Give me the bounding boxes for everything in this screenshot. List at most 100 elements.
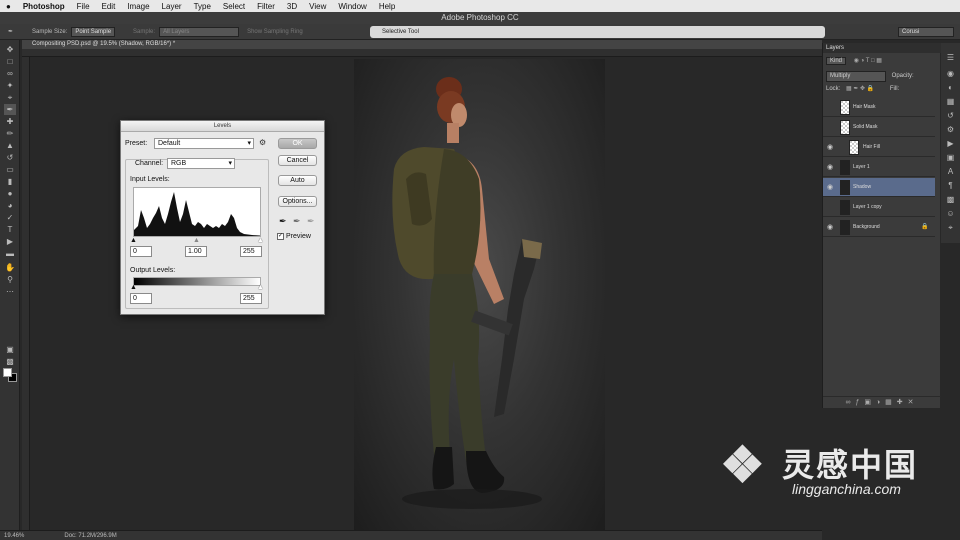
tab-layers[interactable]: Layers: [823, 43, 941, 53]
swatches-icon[interactable]: ▦: [945, 97, 956, 107]
gamma-slider[interactable]: ▲: [193, 237, 200, 244]
auto-button[interactable]: Auto: [278, 175, 317, 186]
kind-filter[interactable]: Kind ◉ ◑ T □ ▦: [826, 57, 882, 66]
play-icon[interactable]: ▶: [945, 139, 956, 149]
menu-image[interactable]: Image: [121, 2, 155, 11]
foreground-color-swatch[interactable]: [3, 368, 12, 377]
menu-photoshop[interactable]: Photoshop: [17, 2, 71, 11]
screen-mode-icon[interactable]: ▩: [4, 356, 16, 367]
paragraph-icon[interactable]: ¶: [945, 181, 956, 191]
ok-button[interactable]: OK: [278, 138, 317, 149]
layer-row-solid-mask[interactable]: Solid Mask: [823, 118, 935, 137]
layer-row-hair-fill[interactable]: ◉ Hair Fill: [823, 138, 935, 157]
apple-menu-icon[interactable]: ●: [0, 2, 17, 11]
menu-view[interactable]: View: [303, 2, 332, 11]
channels-icon[interactable]: ◉: [945, 69, 956, 79]
output-white-field[interactable]: 255: [240, 293, 262, 304]
layer-row-layer-1[interactable]: ◉ Layer 1: [823, 158, 935, 177]
layers-icon[interactable]: ☰: [945, 53, 956, 63]
output-white-slider[interactable]: ▲: [257, 284, 264, 291]
brush-presets-icon[interactable]: ☺: [945, 209, 956, 219]
stamp-tool-icon[interactable]: ▲: [4, 140, 16, 151]
filter-icons[interactable]: ◉ ◑ T □ ▦: [854, 58, 882, 64]
white-point-slider[interactable]: ▲: [257, 237, 264, 244]
menu-3d[interactable]: 3D: [281, 2, 303, 11]
path-select-icon[interactable]: ▶: [4, 236, 16, 247]
character-icon[interactable]: A: [945, 167, 956, 177]
output-black-field[interactable]: 0: [130, 293, 152, 304]
document-image[interactable]: [354, 59, 605, 531]
eraser-tool-icon[interactable]: ▭: [4, 164, 16, 175]
magic-wand-icon[interactable]: ✦: [4, 80, 16, 91]
styles-icon[interactable]: ▩: [945, 195, 956, 205]
cancel-button[interactable]: Cancel: [278, 155, 317, 166]
eyedropper-icon[interactable]: ✒: [8, 28, 18, 35]
lasso-tool-icon[interactable]: ∞: [4, 68, 16, 79]
color-icon[interactable]: ◐: [945, 83, 956, 93]
dodge-tool-icon[interactable]: ◕: [4, 200, 16, 211]
menu-select[interactable]: Select: [217, 2, 251, 11]
output-black-slider[interactable]: ▲: [130, 284, 137, 291]
zoom-tool-icon[interactable]: ⚲: [4, 274, 16, 285]
brush-tool-icon[interactable]: ✏: [4, 128, 16, 139]
layer-row-background[interactable]: ◉ Background 🔒: [823, 218, 935, 237]
document-tab[interactable]: Compositing PSD.psd @ 19.5% (Shadow, RGB…: [22, 40, 822, 49]
blur-tool-icon[interactable]: ●: [4, 188, 16, 199]
pen-tool-icon[interactable]: ✓: [4, 212, 16, 223]
menu-type[interactable]: Type: [188, 2, 217, 11]
white-eyedropper-icon[interactable]: ✒: [307, 216, 315, 227]
preset-select[interactable]: Default ▾: [154, 138, 254, 149]
crop-tool-icon[interactable]: ⌖: [4, 92, 16, 103]
layer-row-layer-1-copy[interactable]: Layer 1 copy: [823, 198, 935, 217]
lock-row: Lock: ▦ ✒ ✥ 🔒 Fill:: [826, 85, 899, 94]
more-tools-icon[interactable]: ⋯: [4, 286, 16, 297]
eye-icon[interactable]: ◉: [827, 138, 835, 157]
layer-row-shadow[interactable]: ◉ Shadow: [823, 178, 935, 197]
history-icon[interactable]: ↺: [945, 111, 956, 121]
quick-mask-icon[interactable]: ▣: [4, 344, 16, 355]
show-sampling-ring-checkbox[interactable]: Show Sampling Ring: [247, 29, 303, 35]
menu-filter[interactable]: Filter: [251, 2, 281, 11]
gray-eyedropper-icon[interactable]: ✒: [293, 216, 301, 227]
history-brush-icon[interactable]: ↺: [4, 152, 16, 163]
preview-checkbox[interactable]: ✓: [277, 233, 284, 240]
layer-row-hair-mask[interactable]: Hair Mask: [823, 98, 935, 117]
sample-select[interactable]: All Layers: [159, 26, 240, 37]
menu-layer[interactable]: Layer: [156, 2, 188, 11]
menu-file[interactable]: File: [71, 2, 96, 11]
properties-icon[interactable]: ⚙: [945, 125, 956, 135]
input-gamma-field[interactable]: 1.00: [185, 246, 207, 257]
gradient-tool-icon[interactable]: ▮: [4, 176, 16, 187]
menu-window[interactable]: Window: [332, 2, 372, 11]
eye-icon[interactable]: ◉: [827, 178, 835, 197]
marquee-tool-icon[interactable]: □: [4, 56, 16, 67]
black-eyedropper-icon[interactable]: ✒: [279, 216, 287, 227]
options-button[interactable]: Options...: [278, 196, 317, 207]
eye-icon[interactable]: ◉: [827, 158, 835, 177]
workspace-select[interactable]: Corusi: [898, 27, 954, 37]
healing-tool-icon[interactable]: ✚: [4, 116, 16, 127]
shape-tool-icon[interactable]: ▬: [4, 248, 16, 259]
hand-tool-icon[interactable]: ✋: [4, 262, 16, 273]
adjustments-icon[interactable]: ▣: [945, 153, 956, 163]
menu-help[interactable]: Help: [373, 2, 401, 11]
input-black-field[interactable]: 0: [130, 246, 152, 257]
menu-edit[interactable]: Edit: [96, 2, 122, 11]
black-point-slider[interactable]: ▲: [130, 237, 137, 244]
blend-mode-select[interactable]: Multiply: [826, 71, 886, 82]
search-input[interactable]: Selective Tool: [370, 26, 825, 38]
lock-icons[interactable]: ▦ ✒ ✥ 🔒: [846, 86, 874, 92]
eyedropper-tool-icon[interactable]: ✒: [4, 104, 16, 115]
sample-size-select[interactable]: Point Sample: [71, 26, 116, 37]
input-white-field[interactable]: 255: [240, 246, 262, 257]
kind-select[interactable]: Kind: [826, 57, 847, 65]
navigator-icon[interactable]: ⌖: [945, 223, 956, 233]
gear-icon[interactable]: ⚙: [259, 138, 266, 147]
layer-thumbnail: [840, 100, 850, 115]
type-tool-icon[interactable]: T: [4, 224, 16, 235]
layers-footer-icons[interactable]: ∞ƒ▣◑▦✚✕: [823, 396, 941, 408]
move-tool-icon[interactable]: ✥: [4, 44, 16, 55]
channel-select[interactable]: RGB ▾: [167, 158, 235, 169]
eye-icon[interactable]: ◉: [827, 218, 835, 237]
zoom-level[interactable]: 19.46%: [4, 533, 24, 539]
